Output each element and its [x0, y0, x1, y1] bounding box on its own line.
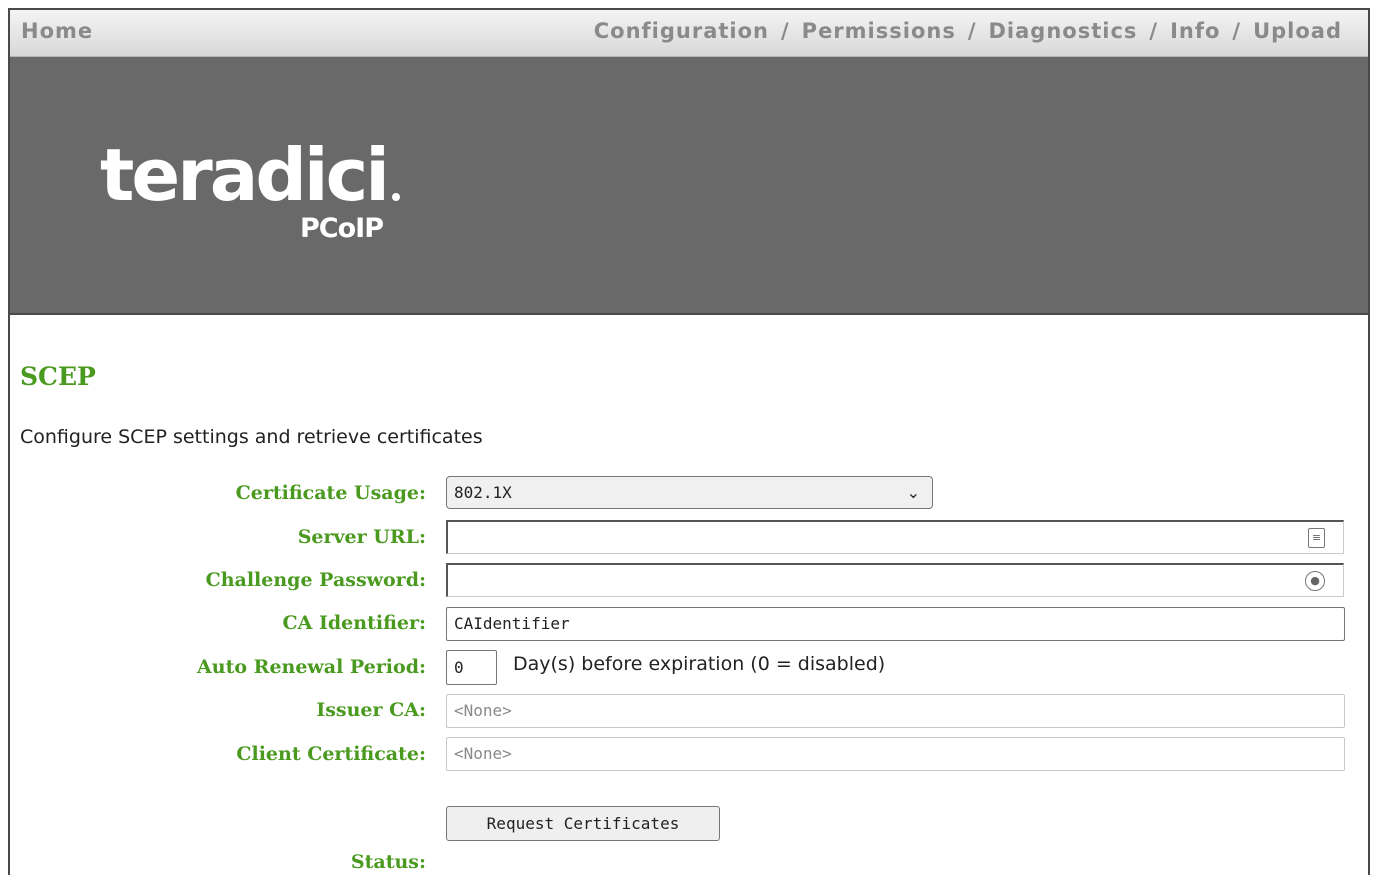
status-label: Status: [350, 851, 426, 873]
client-certificate-label: Client Certificate: [236, 743, 426, 765]
logo-subtitle: PCoIP [300, 213, 384, 244]
chevron-down-icon: ⌄ [906, 483, 920, 502]
contact-card-icon[interactable]: ≡ [1308, 528, 1325, 548]
auto-renewal-value: 0 [454, 658, 464, 677]
issuer-ca-field: <None> [446, 694, 1345, 728]
page: Home Configuration / Permissions / Diagnosti… [8, 8, 1370, 875]
nav-links: Configuration / Permissions / Diagnostics / In… [594, 19, 1342, 43]
auto-renewal-input[interactable]: 0 [446, 650, 497, 685]
issuer-ca-value: <None> [454, 701, 512, 720]
header-banner: teradici PCoIP [10, 57, 1368, 315]
nav-permissions-link[interactable]: Permissions [802, 19, 956, 43]
nav-info-link[interactable]: Info [1170, 19, 1220, 43]
issuer-ca-label: Issuer CA: [316, 699, 426, 721]
server-url-input[interactable]: ≡ [446, 520, 1344, 554]
client-certificate-value: <None> [454, 744, 512, 763]
auto-renewal-note: Day(s) before expiration (0 = disabled) [513, 653, 886, 675]
certificate-usage-label: Certificate Usage: [235, 482, 426, 504]
ca-identifier-label: CA Identifier: [282, 612, 426, 634]
challenge-password-input[interactable]: ● [446, 563, 1344, 597]
server-url-label: Server URL: [297, 526, 426, 548]
challenge-password-label: Challenge Password: [205, 569, 426, 591]
logo-wordmark: teradici [100, 133, 390, 217]
page-subtitle: Configure SCEP settings and retrieve cer… [20, 426, 483, 448]
ca-identifier-input[interactable]: CAIdentifier [446, 607, 1345, 641]
auto-renewal-label: Auto Renewal Period: [197, 656, 426, 678]
page-title: SCEP [20, 362, 96, 391]
nav-home-link[interactable]: Home [21, 19, 93, 43]
top-navigation: Home Configuration / Permissions / Diagnosti… [10, 10, 1368, 57]
nav-separator: / [1232, 19, 1242, 43]
nav-separator: / [1149, 19, 1159, 43]
certificate-usage-select[interactable]: 802.1X ⌄ [446, 476, 933, 509]
teradici-logo: teradici PCoIP [100, 135, 410, 255]
nav-diagnostics-link[interactable]: Diagnostics [989, 19, 1138, 43]
nav-separator: / [781, 19, 790, 43]
logo-dot [392, 193, 400, 201]
nav-upload-link[interactable]: Upload [1253, 19, 1342, 43]
client-certificate-field: <None> [446, 737, 1345, 771]
ca-identifier-value: CAIdentifier [454, 614, 570, 633]
key-icon[interactable]: ● [1305, 571, 1325, 591]
request-certificates-button[interactable]: Request Certificates [446, 806, 720, 841]
nav-separator: / [967, 19, 977, 43]
nav-configuration-link[interactable]: Configuration [594, 19, 769, 43]
certificate-usage-value: 802.1X [454, 483, 512, 502]
